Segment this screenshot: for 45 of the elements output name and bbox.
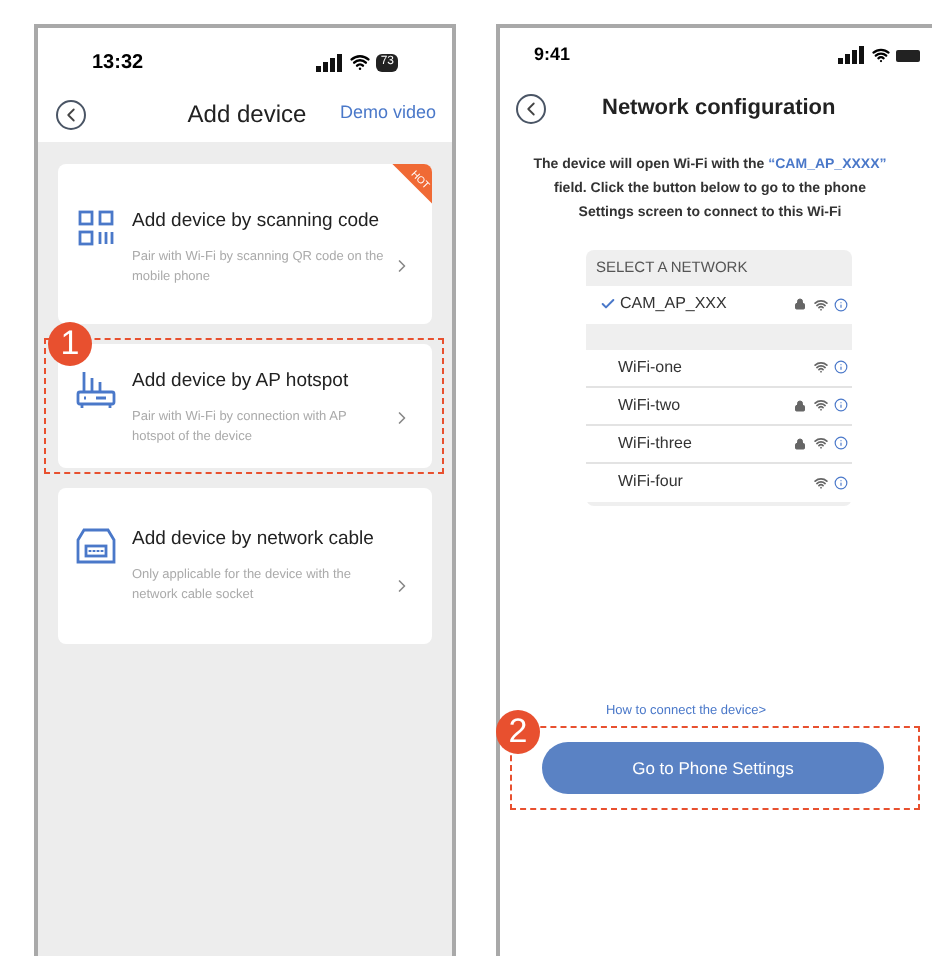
network-row[interactable]: WiFi-four <box>586 463 852 501</box>
network-row[interactable]: WiFi-two <box>586 387 852 425</box>
screen-title: Add device <box>187 98 307 132</box>
signal-icon <box>838 46 866 64</box>
lock-icon <box>794 298 806 310</box>
step-number: 2 <box>496 710 540 755</box>
screen-title: Network configuration <box>602 94 836 124</box>
back-button[interactable] <box>516 93 546 124</box>
network-name: WiFi-four <box>618 470 685 494</box>
option-title: Add device by network cable <box>132 526 376 554</box>
info-icon[interactable] <box>834 436 848 450</box>
status-time: 13:32 <box>92 49 144 77</box>
demo-video-link[interactable]: Demo video <box>339 100 436 128</box>
check-icon <box>600 296 616 312</box>
network-row[interactable]: CAM_AP_XXX <box>586 285 852 323</box>
ethernet-port-icon <box>76 528 116 564</box>
wifi-icon <box>814 297 828 311</box>
network-name: CAM_AP_XXX <box>620 292 729 316</box>
status-time: 9:41 <box>534 41 571 68</box>
network-row[interactable]: WiFi-three <box>586 425 852 463</box>
wifi-icon <box>872 46 890 64</box>
network-row[interactable]: WiFi-one <box>586 349 852 387</box>
wifi-icon <box>350 52 371 72</box>
network-name: WiFi-two <box>618 393 683 417</box>
phone-settings-button[interactable]: Go to Phone Settings <box>542 742 884 795</box>
wifi-icon <box>814 398 828 412</box>
router-icon <box>76 370 116 410</box>
info-icon[interactable] <box>834 360 848 374</box>
option-title: Add device by scanning code <box>132 208 382 236</box>
step-number: 1 <box>48 322 92 366</box>
signal-icon <box>316 53 345 71</box>
back-button[interactable] <box>56 99 86 129</box>
wifi-icon <box>814 475 828 489</box>
lock-icon <box>794 437 806 449</box>
info-icon[interactable] <box>834 297 848 311</box>
network-name: WiFi-three <box>618 431 694 455</box>
lock-icon <box>794 399 806 411</box>
wifi-icon <box>814 436 828 450</box>
info-icon[interactable] <box>834 398 848 412</box>
qr-code-icon <box>78 210 114 246</box>
option-title: Add device by AP hotspot <box>132 368 351 396</box>
battery-icon <box>896 49 920 61</box>
network-name: WiFi-one <box>618 355 685 379</box>
wifi-icon <box>814 360 828 374</box>
info-icon[interactable] <box>834 475 848 489</box>
